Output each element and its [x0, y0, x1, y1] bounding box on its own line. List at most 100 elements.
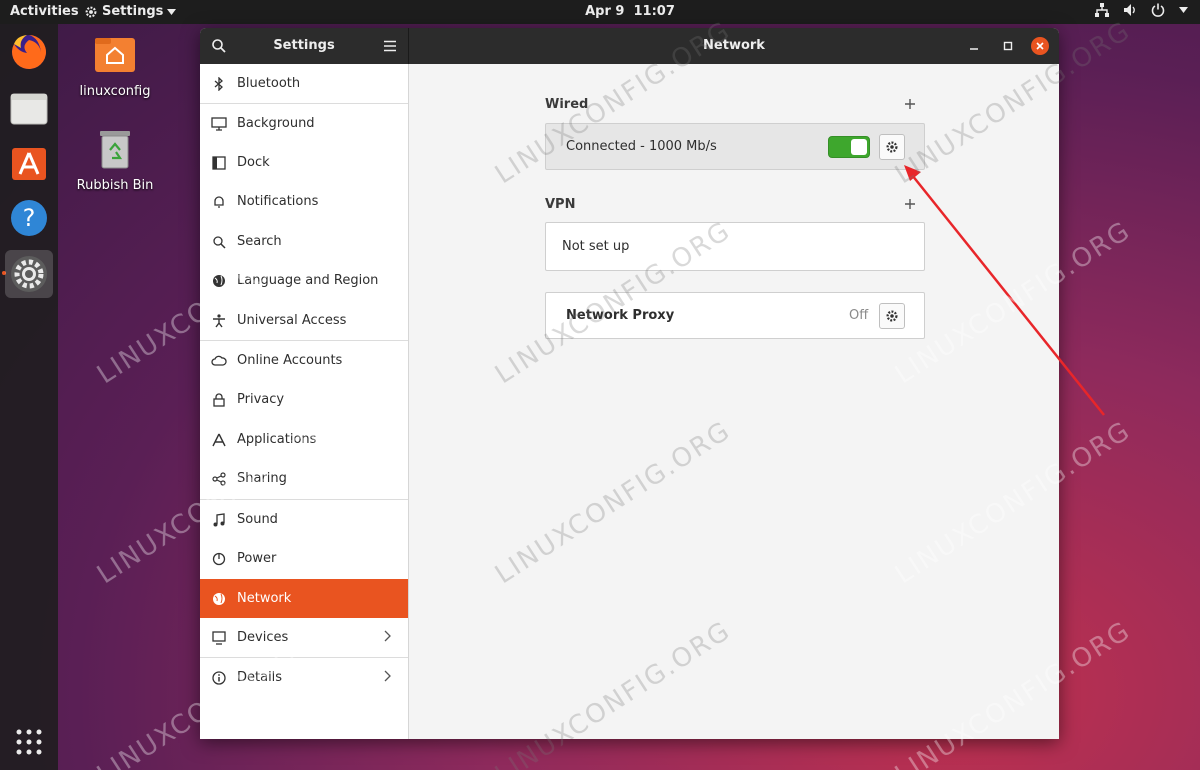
sidebar-item-applications[interactable]: Applications	[200, 420, 408, 459]
sidebar-item-label: Online Accounts	[237, 353, 343, 368]
sidebar-item-label: Network	[237, 591, 292, 606]
sidebar-item-devices[interactable]: Devices	[200, 618, 408, 657]
volume-icon	[1124, 4, 1135, 16]
desktop-trash[interactable]: Rubbish Bin	[70, 128, 160, 193]
close-icon	[1036, 42, 1044, 50]
settings-window: Settings Network Bluetooth Background Do…	[200, 28, 1059, 739]
proxy-settings-button[interactable]	[879, 303, 905, 329]
search-icon	[213, 235, 226, 249]
network-proxy-label: Network Proxy	[566, 308, 675, 323]
system-tray[interactable]	[1095, 3, 1188, 17]
sidebar-item-label: Sharing	[237, 471, 287, 486]
files-launcher[interactable]	[5, 84, 53, 132]
sidebar-item-network[interactable]: Network	[200, 579, 408, 618]
sidebar-item-label: Sound	[237, 512, 278, 527]
minimize-button[interactable]	[965, 37, 983, 55]
dock-icon	[212, 155, 226, 170]
top-bar: Activities Settings Apr 9 11:07	[0, 0, 1200, 24]
home-folder-label: linuxconfig	[79, 84, 151, 99]
sidebar-item-privacy[interactable]: Privacy	[200, 380, 408, 419]
sidebar-item-label: Dock	[237, 155, 270, 170]
clock-date: Apr 9	[585, 4, 625, 19]
share-icon	[212, 471, 226, 486]
minimize-icon	[970, 48, 978, 50]
network-proxy-status: Off	[849, 308, 869, 323]
activities-button[interactable]: Activities	[10, 4, 79, 19]
sidebar-item-search[interactable]: Search	[200, 222, 408, 261]
vpn-row: Not set up	[545, 222, 925, 271]
devices-icon	[212, 630, 226, 645]
sidebar-item-label: Devices	[237, 630, 289, 645]
lock-icon	[213, 392, 225, 407]
sidebar-item-label: Notifications	[237, 194, 319, 209]
add-wired-button[interactable]	[904, 96, 916, 114]
sidebar-item-label: Privacy	[237, 392, 285, 407]
show-applications-button[interactable]	[5, 718, 53, 766]
dock: ?	[0, 24, 58, 770]
desktop-home-folder[interactable]: linuxconfig	[70, 34, 160, 99]
network-proxy-row[interactable]: Network Proxy Off	[545, 292, 925, 339]
gear-icon	[85, 6, 97, 17]
trash-label: Rubbish Bin	[76, 178, 154, 193]
wired-status: Connected - 1000 Mb/s	[566, 139, 717, 154]
caret-down-icon	[1179, 7, 1188, 13]
app-grid-icon	[16, 729, 42, 755]
hamburger-menu-icon[interactable]	[383, 39, 397, 53]
power-menu-icon	[1151, 3, 1165, 17]
title-bar: Settings Network	[200, 28, 1059, 64]
app-menu[interactable]: Settings	[84, 4, 177, 19]
search-icon[interactable]	[210, 37, 228, 55]
sidebar-item-power[interactable]: Power	[200, 539, 408, 578]
sidebar-item-label: Applications	[237, 432, 317, 447]
bluetooth-icon	[214, 76, 223, 91]
sidebar-item-online-accounts[interactable]: Online Accounts	[200, 341, 408, 380]
wired-toggle[interactable]	[828, 136, 870, 158]
sidebar-item-label: Background	[237, 116, 315, 131]
sidebar-item-background[interactable]: Background	[200, 104, 408, 143]
firefox-launcher[interactable]	[5, 28, 53, 76]
chevron-right-icon	[384, 630, 391, 642]
home-folder-icon	[95, 38, 135, 72]
accessibility-icon	[213, 313, 225, 327]
sidebar-item-universal-access[interactable]: Universal Access	[200, 301, 408, 340]
network-globe-icon	[213, 592, 225, 605]
power-icon	[212, 552, 226, 565]
close-button[interactable]	[1031, 37, 1049, 55]
globe-icon	[213, 274, 225, 287]
software-store-icon	[12, 148, 46, 180]
settings-launcher[interactable]	[5, 250, 53, 298]
app-menu-label: Settings	[102, 4, 164, 19]
sidebar-item-language[interactable]: Language and Region	[200, 261, 408, 300]
vpn-section-title: VPN	[545, 197, 576, 212]
firefox-icon	[11, 35, 46, 69]
sidebar-item-sound[interactable]: Sound	[200, 500, 408, 539]
chevron-right-icon	[384, 670, 391, 682]
maximize-button[interactable]	[999, 37, 1017, 55]
software-launcher[interactable]	[5, 138, 53, 186]
add-vpn-button[interactable]	[904, 196, 916, 214]
sidebar-item-dock[interactable]: Dock	[200, 143, 408, 182]
settings-sidebar: Bluetooth Background Dock Notifications …	[200, 64, 409, 739]
help-icon: ?	[11, 200, 47, 236]
network-panel: Wired Connected - 1000 Mb/s VPN Not set …	[410, 64, 1059, 739]
folder-icon	[10, 93, 48, 125]
wired-section-title: Wired	[545, 97, 589, 112]
bell-icon	[214, 195, 224, 208]
info-icon	[212, 670, 226, 685]
sidebar-item-sharing[interactable]: Sharing	[200, 459, 408, 498]
sidebar-item-details[interactable]: Details	[200, 658, 408, 697]
wired-connection-row: Connected - 1000 Mb/s	[545, 123, 925, 170]
gear-icon	[886, 310, 898, 322]
settings-gear-icon	[11, 256, 47, 292]
sidebar-item-label: Bluetooth	[237, 76, 301, 91]
music-note-icon	[213, 512, 225, 526]
wired-settings-button[interactable]	[879, 134, 905, 160]
clock[interactable]: Apr 9 11:07	[560, 4, 700, 19]
svg-text:?: ?	[23, 204, 36, 232]
sidebar-item-bluetooth[interactable]: Bluetooth	[200, 64, 408, 103]
applications-icon	[212, 433, 226, 446]
plus-icon	[905, 199, 915, 209]
sidebar-item-notifications[interactable]: Notifications	[200, 182, 408, 221]
sidebar-item-label: Details	[237, 670, 283, 685]
help-launcher[interactable]: ?	[5, 194, 53, 242]
